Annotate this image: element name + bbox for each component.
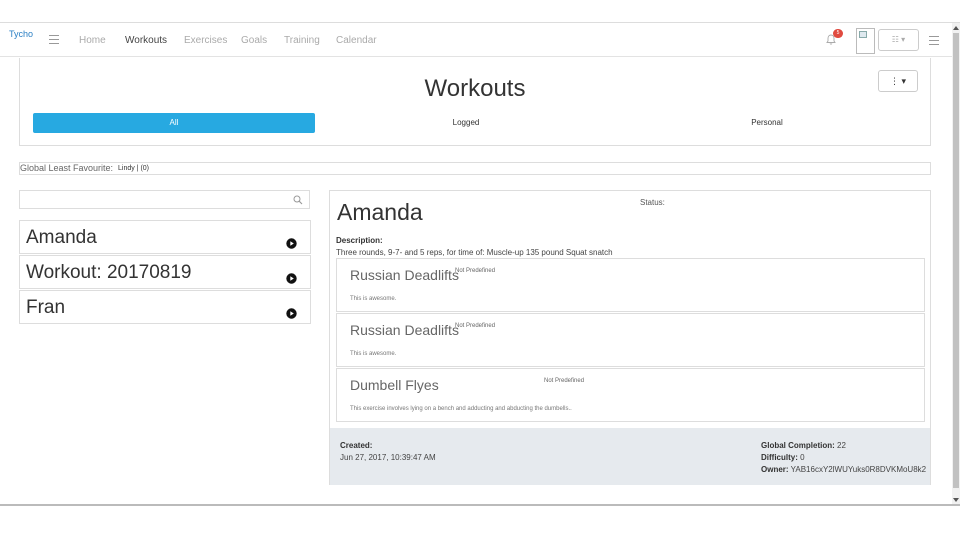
exercise-name: Russian Deadlifts (350, 267, 459, 283)
difficulty: Difficulty: 0 (761, 453, 805, 462)
play-circle-icon[interactable] (286, 238, 297, 249)
list-item[interactable]: Workout: 20170819 (19, 255, 311, 289)
menu-toggle-icon[interactable] (49, 35, 59, 44)
exercise-description: This exercise involves lying on a bench … (350, 406, 572, 412)
owner-value: YAB16cxY2lWUYuks0R8DVKMoU8k2 (790, 465, 927, 474)
exercise-card[interactable]: Russian Deadlifts Not Predefined This is… (336, 258, 925, 312)
exercise-tag: Not Predefined (544, 378, 585, 384)
scrollbar-thumb[interactable] (953, 33, 959, 488)
exercise-card[interactable]: Dumbell Flyes Not Predefined This exerci… (336, 368, 925, 422)
scroll-up-arrow-icon[interactable] (953, 26, 959, 30)
completion-value: 22 (837, 441, 846, 450)
scroll-down-arrow-icon[interactable] (953, 498, 959, 502)
app-frame: Tycho Home Workouts Exercises Goals Trai… (0, 22, 960, 506)
workout-list: Amanda Workout: 20170819 Fran (19, 220, 311, 325)
global-label: Global Least Favourite: (20, 163, 114, 173)
exercise-tag: Not Predefined (455, 268, 496, 274)
detail-footer: Created: Jun 27, 2017, 10:39:47 AM Globa… (330, 428, 930, 485)
global-value: Lindy | (0) (118, 165, 149, 172)
exercise-description: This is awesome. (350, 296, 397, 302)
workout-name: Workout: 20170819 (26, 262, 192, 283)
search-box (19, 190, 310, 209)
list-item[interactable]: Amanda (19, 220, 311, 254)
more-options-button[interactable]: ⋮ ▾ (878, 70, 918, 92)
play-circle-icon[interactable] (286, 273, 297, 284)
nav-home[interactable]: Home (79, 35, 106, 46)
exercise-name: Russian Deadlifts (350, 322, 459, 338)
workouts-header: Workouts ⋮ ▾ All Logged Personal (19, 58, 931, 146)
tab-logged[interactable]: Logged (325, 113, 607, 133)
nav-calendar[interactable]: Calendar (336, 35, 377, 46)
right-menu-icon[interactable] (929, 36, 939, 45)
list-item[interactable]: Fran (19, 290, 311, 324)
global-least-favourite: Global Least Favourite: Lindy | (0) (19, 162, 931, 175)
play-circle-icon[interactable] (286, 308, 297, 319)
exercise-name: Dumbell Flyes (350, 377, 439, 393)
global-completion: Global Completion: 22 (761, 441, 846, 450)
owner: Owner: YAB16cxY2lWUYuks0R8DVKMoU8k2 (761, 465, 926, 474)
page-scrollbar[interactable] (952, 23, 960, 504)
workout-name: Amanda (26, 227, 97, 248)
status-label: Status: (640, 198, 665, 207)
completion-label: Global Completion: (761, 441, 835, 450)
tab-personal[interactable]: Personal (626, 113, 908, 133)
search-icon[interactable] (293, 195, 303, 205)
page-title: Workouts (424, 75, 526, 102)
list-dropdown-button[interactable]: ☷ ▾ (878, 29, 919, 51)
notification-badge: 5 (833, 29, 843, 38)
nav-training[interactable]: Training (284, 35, 320, 46)
navbar: Tycho Home Workouts Exercises Goals Trai… (0, 23, 952, 57)
tab-all[interactable]: All (33, 113, 315, 133)
created-label: Created: (340, 441, 373, 450)
exercise-description: This is awesome. (350, 351, 397, 357)
created-value: Jun 27, 2017, 10:39:47 AM (340, 453, 436, 462)
difficulty-value: 0 (800, 453, 805, 462)
exercise-card[interactable]: Russian Deadlifts Not Predefined This is… (336, 313, 925, 367)
nav-workouts[interactable]: Workouts (125, 35, 167, 46)
description-label: Description: (336, 236, 383, 245)
nav-exercises[interactable]: Exercises (184, 35, 227, 46)
brand-link[interactable]: Tycho (9, 29, 33, 39)
avatar-image[interactable] (856, 28, 875, 54)
workout-name: Fran (26, 297, 66, 318)
owner-label: Owner: (761, 465, 789, 474)
workout-title: Amanda (337, 199, 423, 225)
search-input[interactable] (20, 191, 285, 208)
exercise-tag: Not Predefined (455, 323, 496, 329)
difficulty-label: Difficulty: (761, 453, 798, 462)
workout-detail: Amanda Status: Description: Three rounds… (329, 190, 931, 485)
nav-goals[interactable]: Goals (241, 35, 267, 46)
description-text: Three rounds, 9-7- and 5 reps, for time … (336, 248, 613, 257)
